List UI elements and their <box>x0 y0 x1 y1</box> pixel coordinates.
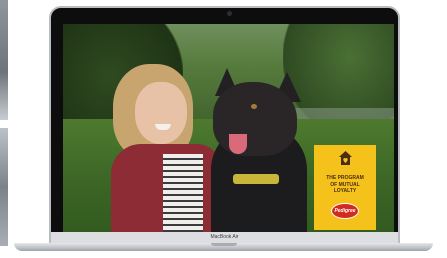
background-slide-bottom <box>0 128 8 246</box>
program-headline: THE PROGRAM OF MUTUAL LOYALTY <box>317 175 373 195</box>
house-heart-icon <box>339 151 352 165</box>
laptop-chin: MacBook Air <box>51 232 398 243</box>
girl-striped-tee <box>163 154 203 232</box>
background-slide-top <box>0 0 8 120</box>
dog-tongue <box>229 134 247 154</box>
camera-icon <box>227 11 232 16</box>
brand-logo: Pedigree <box>331 203 359 219</box>
brand-card: THE PROGRAM OF MUTUAL LOYALTY Pedigree <box>314 145 376 230</box>
dog-collar <box>233 174 279 184</box>
dog-eye <box>251 104 257 109</box>
headline-line-3: LOYALTY <box>333 188 357 194</box>
dog-head <box>213 82 297 156</box>
girl-face <box>135 82 187 144</box>
laptop-base <box>14 243 433 251</box>
model-label: MacBook Air <box>210 234 239 240</box>
video-frame: THE PROGRAM OF MUTUAL LOYALTY Pedigree <box>63 24 394 232</box>
base-notch <box>211 243 237 246</box>
